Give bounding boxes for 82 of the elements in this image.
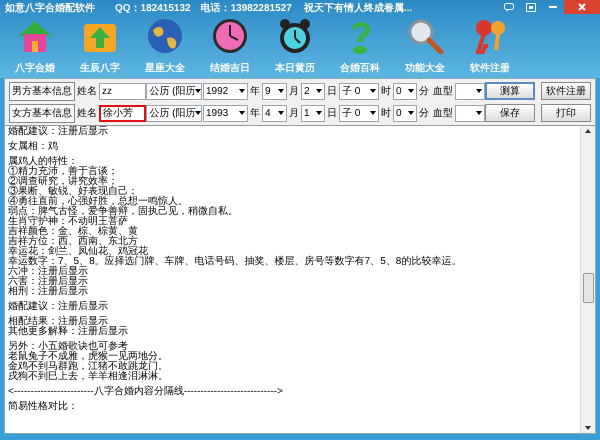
result-line: 六害：注册后显示: [8, 277, 88, 287]
result-line: 相配结果：注册后显示: [8, 317, 108, 327]
section-label: 女方基本信息: [9, 104, 75, 122]
dropdown-caret-icon: [316, 111, 322, 115]
dropdown-caret-icon: [239, 89, 245, 93]
dropdown-caret-icon: [239, 111, 245, 115]
year-select[interactable]: 1992: [203, 82, 248, 100]
result-line: 女属相：鸡: [8, 142, 58, 152]
result-line: 六冲：注册后显示: [8, 267, 88, 277]
result-line: <------------------------八字合婚内容分隔线---------------------------->: [8, 387, 283, 397]
unit-label: 血型: [433, 106, 453, 120]
minute-select[interactable]: 0: [393, 82, 417, 100]
result-line: 弱点：脾气古怪，爱争善辩，固执己见，稍微自私。: [8, 207, 238, 217]
scrollbar[interactable]: [580, 126, 595, 433]
month-select[interactable]: 4: [262, 104, 287, 122]
result-line: 属鸡人的特性：: [8, 157, 78, 167]
hour-select[interactable]: 子 0: [339, 104, 379, 122]
dropdown-caret-icon: [408, 89, 414, 93]
unit-label: 分: [419, 84, 429, 98]
calendar-select[interactable]: 公历 (阳历: [146, 82, 202, 100]
slogan-text: 祝天下有情人终成眷属...: [304, 2, 412, 16]
action-button[interactable]: 测算: [485, 82, 535, 100]
action-button[interactable]: 软件注册: [541, 82, 591, 100]
action-button[interactable]: 打印: [541, 104, 591, 122]
globe-icon: [145, 16, 185, 56]
unit-label: 时: [381, 106, 391, 120]
phone-number: 电话：13982281527: [200, 2, 292, 16]
window-title: 如意八字合婚配软件: [5, 1, 95, 16]
name-input[interactable]: 徐小芳: [99, 104, 146, 122]
dropdown-caret-icon: [370, 89, 376, 93]
unit-label: 姓名: [77, 106, 97, 120]
result-line: 婚配建议：注册后显示: [8, 302, 108, 312]
day-select[interactable]: 2: [301, 82, 325, 100]
blood-type-select[interactable]: [455, 82, 485, 100]
name-input[interactable]: zz: [99, 82, 146, 100]
result-line: ①精力充沛，善于言谈；: [8, 167, 118, 177]
unit-label: 时: [381, 84, 391, 98]
unit-label: 日: [327, 84, 337, 98]
year-select[interactable]: 1993: [203, 104, 248, 122]
unit-label: 姓名: [77, 84, 97, 98]
unit-label: 年: [250, 106, 260, 120]
qq-number: QQ：182415132: [115, 2, 191, 16]
result-line: 相刑：注册后显示: [8, 287, 88, 297]
result-line: 生肖守护神：不动明王菩萨: [8, 217, 128, 227]
result-line: ②调查研究，讲究效率；: [8, 177, 118, 187]
close-icon: [578, 3, 586, 11]
dropdown-caret-icon: [408, 111, 414, 115]
result-line: 其他更多解释：注册后显示: [8, 327, 128, 337]
scroll-down-icon[interactable]: [585, 426, 591, 430]
month-select[interactable]: 9: [262, 82, 287, 100]
unit-label: 分: [419, 106, 429, 120]
dropdown-caret-icon: [316, 89, 322, 93]
result-line: 吉祥方位：西、西南、东北方: [8, 237, 138, 247]
calendar-select[interactable]: 公历 (阳历: [146, 104, 202, 122]
blood-type-select[interactable]: [455, 104, 485, 122]
unit-label: 年: [250, 84, 260, 98]
close-button[interactable]: [564, 0, 600, 14]
result-line: 幸运数字：7、5、8。应择选门牌、车牌、电话号码、抽奖、楼层、房号等数字有7、5、8的比较幸运。: [8, 257, 462, 267]
result-line: 另外：小五婚歌诀也可参考: [8, 342, 128, 352]
result-line: 老鼠兔子不成雅，虎猴一见两地分。: [8, 352, 168, 362]
unit-label: 血型: [433, 84, 453, 98]
result-line: 金鸡不到马群跑，江猪不敢跳龙门。: [8, 362, 168, 372]
dropdown-caret-icon: [278, 89, 284, 93]
unit-label: 月: [289, 84, 299, 98]
scroll-thumb[interactable]: [582, 273, 594, 303]
scroll-up-icon[interactable]: [585, 129, 591, 133]
unit-label: 日: [327, 106, 337, 120]
result-line: 简易性格对比：: [8, 402, 78, 412]
day-select[interactable]: 1: [301, 104, 325, 122]
result-line: ④勇往直前，心强好胜，总想一鸣惊人。: [8, 197, 188, 207]
result-line: 幸运花：剑兰、凤仙花、鸡冠花: [8, 247, 148, 257]
action-button[interactable]: 保存: [485, 104, 535, 122]
hour-select[interactable]: 子 0: [339, 82, 379, 100]
result-line: 戌狗不到巳上去，羊羊相逢泪淋淋。: [8, 372, 168, 382]
dropdown-caret-icon: [278, 111, 284, 115]
minute-select[interactable]: 0: [393, 104, 417, 122]
dropdown-caret-icon: [370, 111, 376, 115]
result-line: 吉祥颜色：金、棕、棕黄、黄: [8, 227, 138, 237]
section-label: 男方基本信息: [9, 82, 75, 100]
result-line: ③果断、敏锐、好表现自己；: [8, 187, 138, 197]
unit-label: 月: [289, 106, 299, 120]
wall-clock-icon: [210, 16, 250, 56]
